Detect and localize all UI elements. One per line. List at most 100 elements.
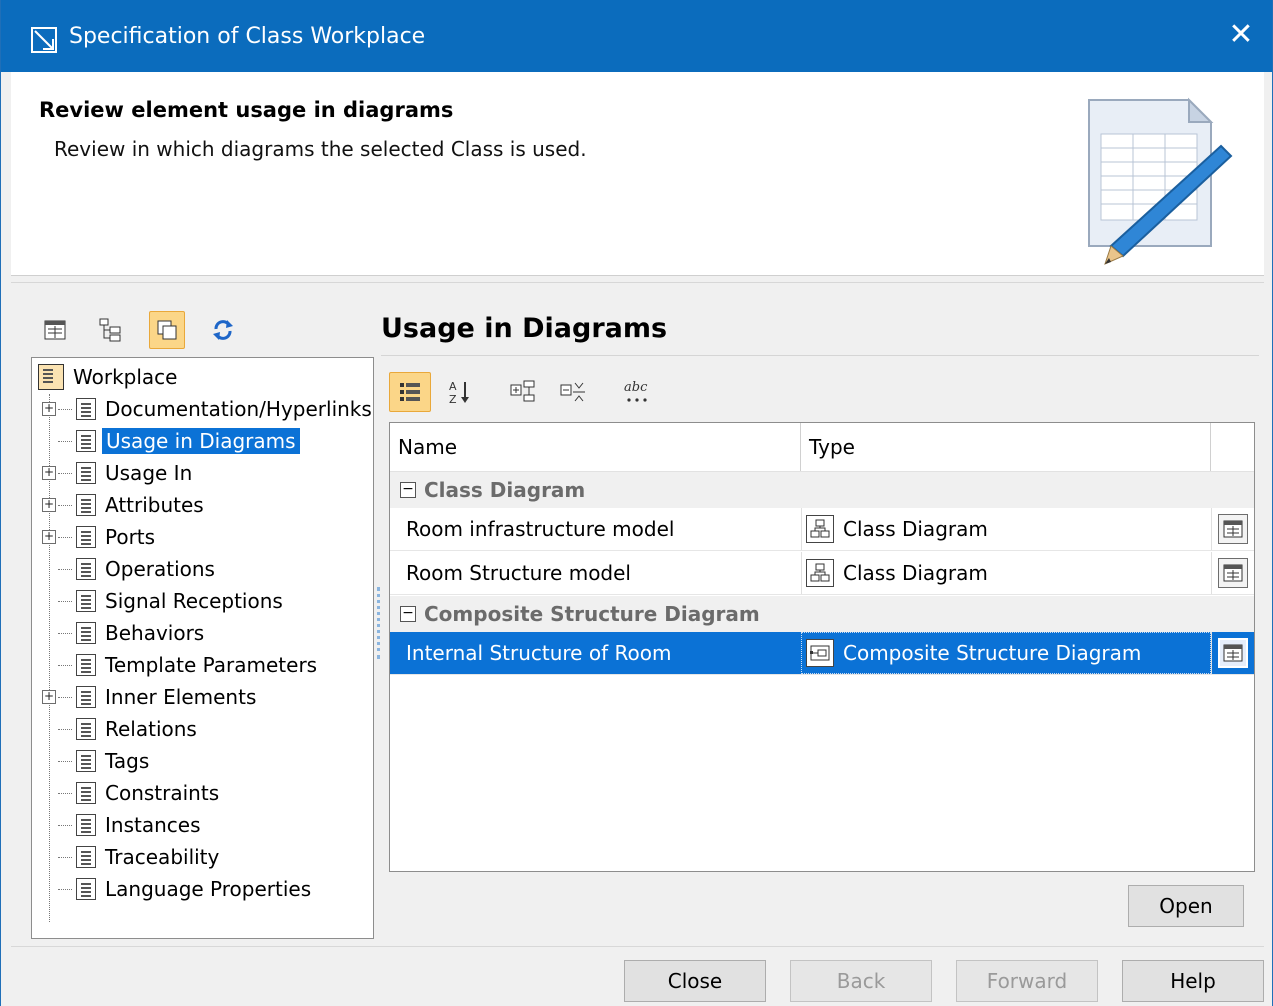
back-button[interactable]: Back bbox=[790, 960, 932, 1002]
tree-item[interactable]: Signal Receptions bbox=[42, 586, 283, 616]
collapse-icon[interactable]: − bbox=[400, 482, 416, 498]
close-button[interactable]: Close bbox=[624, 960, 766, 1002]
expand-icon[interactable]: + bbox=[42, 466, 56, 480]
table-toolbar: AZ abc bbox=[389, 371, 667, 413]
forward-button[interactable]: Forward bbox=[956, 960, 1098, 1002]
tree-item-label: Usage in Diagrams bbox=[102, 428, 300, 454]
expand-icon[interactable]: + bbox=[42, 530, 56, 544]
group-row-composite-structure-diagram[interactable]: − Composite Structure Diagram bbox=[390, 596, 1254, 632]
expand-icon[interactable]: + bbox=[42, 498, 56, 512]
row-type: Class Diagram bbox=[843, 561, 988, 585]
expand-icon[interactable]: + bbox=[42, 690, 56, 704]
tree-item-label: Inner Elements bbox=[105, 685, 257, 709]
tree-connector bbox=[42, 754, 56, 768]
tree-item[interactable]: Traceability bbox=[42, 842, 219, 872]
collapse-icon[interactable]: − bbox=[400, 606, 416, 622]
class-diagram-icon bbox=[806, 515, 834, 543]
row-action-cell bbox=[1211, 508, 1254, 550]
open-button[interactable]: Open bbox=[1128, 885, 1244, 927]
property-page-icon bbox=[76, 462, 96, 484]
tree-item[interactable]: Template Parameters bbox=[42, 650, 317, 680]
refresh-icon[interactable] bbox=[205, 311, 241, 349]
expand-all-icon[interactable] bbox=[503, 372, 545, 412]
column-header-action bbox=[1211, 423, 1254, 471]
expand-icon[interactable]: + bbox=[42, 402, 56, 416]
tree-item[interactable]: Usage in Diagrams bbox=[42, 426, 300, 456]
help-button[interactable]: Help bbox=[1122, 960, 1264, 1002]
open-diagram-icon[interactable] bbox=[1218, 514, 1248, 544]
column-header-type[interactable]: Type bbox=[801, 423, 1211, 471]
property-page-icon bbox=[76, 494, 96, 516]
tree-root-label: Workplace bbox=[73, 365, 178, 389]
tree-connector-line bbox=[58, 824, 72, 826]
tree-connector-line bbox=[58, 440, 72, 442]
tree-item[interactable]: + Usage In bbox=[42, 458, 192, 488]
svg-text:Z: Z bbox=[449, 393, 457, 405]
window-overlap-icon[interactable] bbox=[149, 311, 185, 349]
composite-structure-diagram-icon bbox=[806, 639, 834, 667]
panel-splitter[interactable] bbox=[377, 587, 381, 659]
tree-item[interactable]: + Attributes bbox=[42, 490, 204, 520]
property-page-icon bbox=[76, 526, 96, 548]
open-diagram-icon[interactable] bbox=[1218, 558, 1248, 588]
table-row-selected[interactable]: Internal Structure of Room Composite Str… bbox=[390, 632, 1254, 675]
tree-connector bbox=[42, 626, 56, 640]
tree-connector-line bbox=[58, 472, 72, 474]
tree-item-label: Documentation/Hyperlinks bbox=[105, 397, 372, 421]
tree-item[interactable]: + Documentation/Hyperlinks bbox=[42, 394, 372, 424]
tree-item-label: Relations bbox=[105, 717, 197, 741]
tree-item[interactable]: Behaviors bbox=[42, 618, 204, 648]
group-label: Composite Structure Diagram bbox=[424, 602, 760, 626]
group-label: Class Diagram bbox=[424, 478, 586, 502]
tree-item[interactable]: Instances bbox=[42, 810, 201, 840]
tree-item[interactable]: + Inner Elements bbox=[42, 682, 256, 712]
property-page-icon bbox=[76, 846, 96, 868]
panel-title: Usage in Diagrams bbox=[381, 313, 668, 344]
table-row[interactable]: Room Structure model Class Diagram bbox=[390, 552, 1254, 595]
tree-root-item[interactable]: Workplace bbox=[38, 362, 177, 392]
tree-view-icon[interactable] bbox=[93, 311, 129, 349]
property-page-icon bbox=[76, 654, 96, 676]
property-page-icon bbox=[76, 718, 96, 740]
row-name: Internal Structure of Room bbox=[406, 641, 672, 665]
sort-az-icon[interactable]: AZ bbox=[439, 372, 481, 412]
tree-connector bbox=[42, 818, 56, 832]
property-page-icon bbox=[76, 622, 96, 644]
tree-connector bbox=[42, 722, 56, 736]
open-diagram-icon[interactable] bbox=[1218, 638, 1248, 668]
tree-item[interactable]: Language Properties bbox=[42, 874, 311, 904]
tree-item-label: Ports bbox=[105, 525, 156, 549]
row-type: Class Diagram bbox=[843, 517, 988, 541]
property-page-icon bbox=[76, 782, 96, 804]
tree-item-label: Operations bbox=[105, 557, 215, 581]
table-header: Name Type bbox=[390, 423, 1254, 472]
tree-item[interactable]: Operations bbox=[42, 554, 215, 584]
window-title: Specification of Class Workplace bbox=[69, 24, 426, 49]
table-view-icon[interactable] bbox=[37, 311, 73, 349]
property-page-icon bbox=[76, 430, 96, 452]
collapse-all-icon[interactable] bbox=[553, 372, 595, 412]
group-by-icon[interactable] bbox=[389, 372, 431, 412]
row-type-cell: Class Diagram bbox=[801, 552, 1211, 594]
svg-text:abc: abc bbox=[624, 380, 648, 395]
column-header-name[interactable]: Name bbox=[390, 423, 801, 471]
group-row-class-diagram[interactable]: − Class Diagram bbox=[390, 472, 1254, 508]
diagram-window-icon bbox=[31, 27, 57, 53]
tree-connector-line bbox=[58, 504, 72, 506]
close-icon[interactable]: ✕ bbox=[1224, 18, 1258, 52]
tree-connector-line bbox=[58, 536, 72, 538]
tree-item[interactable]: + Ports bbox=[42, 522, 155, 552]
table-row[interactable]: Room infrastructure model Class Diagram bbox=[390, 508, 1254, 551]
tree-item-label: Language Properties bbox=[105, 877, 312, 901]
tree-connector-line bbox=[58, 632, 72, 634]
class-icon bbox=[38, 364, 64, 390]
text-options-icon[interactable]: abc bbox=[617, 372, 659, 412]
tree-item-label: Constraints bbox=[105, 781, 220, 805]
tree-connector bbox=[42, 786, 56, 800]
tree-item[interactable]: Tags bbox=[42, 746, 149, 776]
tree-connector bbox=[42, 562, 56, 576]
row-type-cell: Composite Structure Diagram bbox=[801, 632, 1211, 674]
tree-toolbar bbox=[37, 307, 261, 353]
tree-item[interactable]: Constraints bbox=[42, 778, 219, 808]
tree-item[interactable]: Relations bbox=[42, 714, 197, 744]
